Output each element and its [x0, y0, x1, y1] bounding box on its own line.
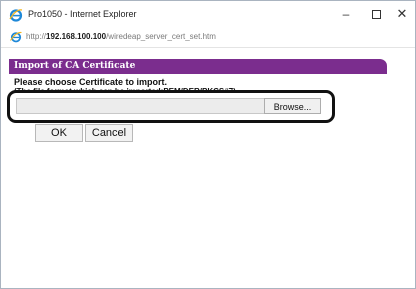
address-url[interactable]: http://192.168.100.100/wiredeap_server_c…: [26, 32, 216, 41]
browser-window: Pro1050 - Internet Explorer – ✕ http://1…: [0, 0, 416, 289]
instruction-text: Please choose Certificate to import.: [14, 77, 168, 87]
url-path: /wiredeap_server_cert_set.htm: [106, 32, 216, 41]
maximize-icon: [371, 10, 381, 20]
ok-button[interactable]: OK: [35, 124, 83, 142]
url-scheme: http://: [26, 32, 47, 41]
file-chooser-highlight: Browse...: [7, 90, 335, 123]
title-bar: Pro1050 - Internet Explorer – ✕: [1, 1, 415, 28]
window-title: Pro1050 - Internet Explorer: [28, 9, 137, 19]
section-title: Import of CA Certificate: [14, 61, 136, 71]
url-host: 192.168.100.100: [46, 32, 107, 41]
address-bar[interactable]: http://192.168.100.100/wiredeap_server_c…: [1, 28, 415, 48]
page-content: Import of CA Certificate Please choose C…: [1, 48, 415, 288]
minimize-button[interactable]: –: [335, 5, 357, 23]
maximize-button[interactable]: [365, 5, 387, 23]
cancel-button[interactable]: Cancel: [85, 124, 133, 142]
certificate-file-input[interactable]: [16, 98, 267, 114]
close-button[interactable]: ✕: [391, 5, 413, 23]
page-icon: [10, 31, 22, 43]
internet-explorer-icon: [9, 9, 23, 22]
browse-button[interactable]: Browse...: [264, 98, 321, 114]
section-header: Import of CA Certificate: [9, 59, 387, 74]
